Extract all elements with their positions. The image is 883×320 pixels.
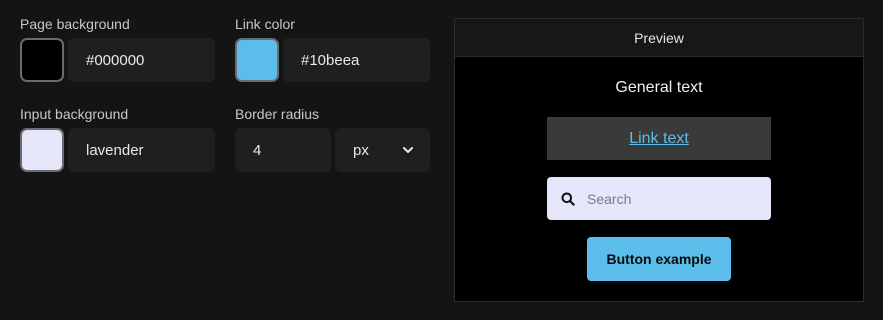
- input-background-label: Input background: [20, 106, 129, 122]
- input-background-value: lavender: [86, 141, 144, 159]
- page-background-input[interactable]: #000000: [68, 38, 215, 82]
- preview-link-container: Link text: [547, 117, 771, 160]
- page-background-value: #000000: [86, 51, 145, 69]
- chevron-down-icon: [403, 147, 413, 153]
- border-radius-label: Border radius: [235, 106, 320, 122]
- theme-editor: Page background #000000 Link color #10be…: [0, 0, 883, 320]
- border-radius-input[interactable]: 4: [235, 128, 331, 172]
- page-background-setting: Page background #000000: [20, 16, 216, 86]
- input-background-swatch[interactable]: [20, 128, 64, 172]
- preview-title: Preview: [634, 29, 684, 46]
- search-icon: [561, 192, 575, 206]
- link-color-input[interactable]: #10beea: [283, 38, 430, 82]
- preview-body: General text Link text Button example: [455, 57, 863, 301]
- border-radius-unit-select[interactable]: px: [335, 128, 430, 172]
- link-color-swatch[interactable]: [235, 38, 279, 82]
- link-color-label: Link color: [235, 16, 295, 32]
- preview-example-button[interactable]: Button example: [587, 237, 731, 281]
- preview-search-field[interactable]: [547, 177, 771, 220]
- preview-search-input[interactable]: [587, 190, 757, 207]
- preview-panel: Preview General text Link text Button ex…: [454, 18, 864, 302]
- preview-general-text: General text: [615, 79, 703, 96]
- page-background-swatch[interactable]: [20, 38, 64, 82]
- input-background-input[interactable]: lavender: [68, 128, 215, 172]
- link-color-setting: Link color #10beea: [235, 16, 431, 86]
- link-color-value: #10beea: [301, 51, 360, 69]
- preview-link[interactable]: Link text: [629, 130, 689, 148]
- border-radius-setting: Border radius 4 px: [235, 106, 431, 176]
- border-radius-value: 4: [253, 141, 262, 159]
- preview-header: Preview: [455, 19, 863, 57]
- border-radius-unit-value: px: [353, 141, 369, 159]
- input-background-setting: Input background lavender: [20, 106, 216, 176]
- page-background-label: Page background: [20, 16, 130, 32]
